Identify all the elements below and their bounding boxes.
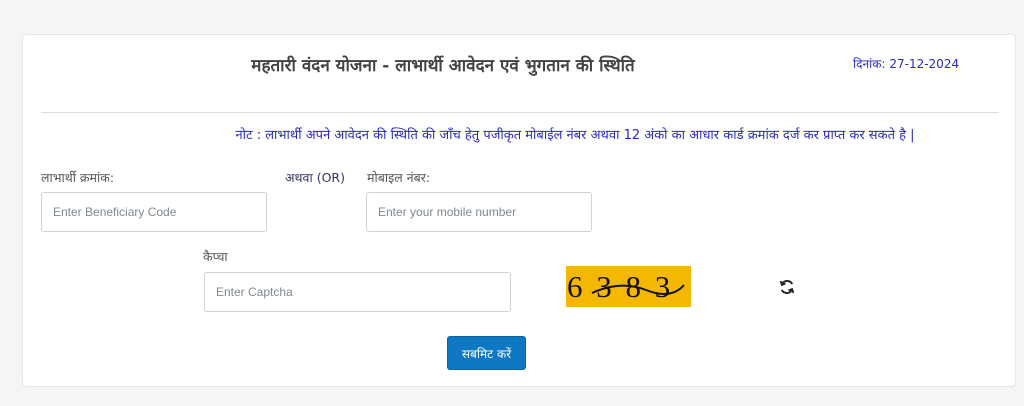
beneficiary-label: लाभार्थी क्रमांक: — [41, 170, 115, 185]
captcha-input[interactable] — [204, 272, 511, 312]
date-label: दिनांक: — [853, 57, 886, 71]
captcha-image: 6 3 8 3 — [566, 266, 691, 307]
mobile-label: मोबाइल नंबर: — [367, 170, 431, 185]
date-display: दिनांक: 27-12-2024 — [853, 55, 959, 72]
or-label: अथवा (OR) — [285, 170, 345, 185]
captcha-strike-lines — [591, 284, 685, 295]
page-title: महतारी वंदन योजना - लाभार्थी आवेदन एवं भ… — [251, 56, 635, 76]
beneficiary-code-input[interactable] — [41, 192, 267, 232]
refresh-icon[interactable] — [778, 278, 796, 296]
captcha-label: कैप्चा — [203, 249, 228, 264]
header-divider — [41, 112, 999, 113]
status-card: महतारी वंदन योजना - लाभार्थी आवेदन एवं भ… — [22, 34, 1016, 387]
date-value: 27-12-2024 — [889, 57, 960, 71]
submit-button[interactable]: सबमिट करें — [447, 336, 526, 370]
mobile-number-input[interactable] — [366, 192, 592, 232]
note-text: नोट : लाभार्थी अपने आवेदन की स्थिति की ज… — [235, 128, 915, 143]
